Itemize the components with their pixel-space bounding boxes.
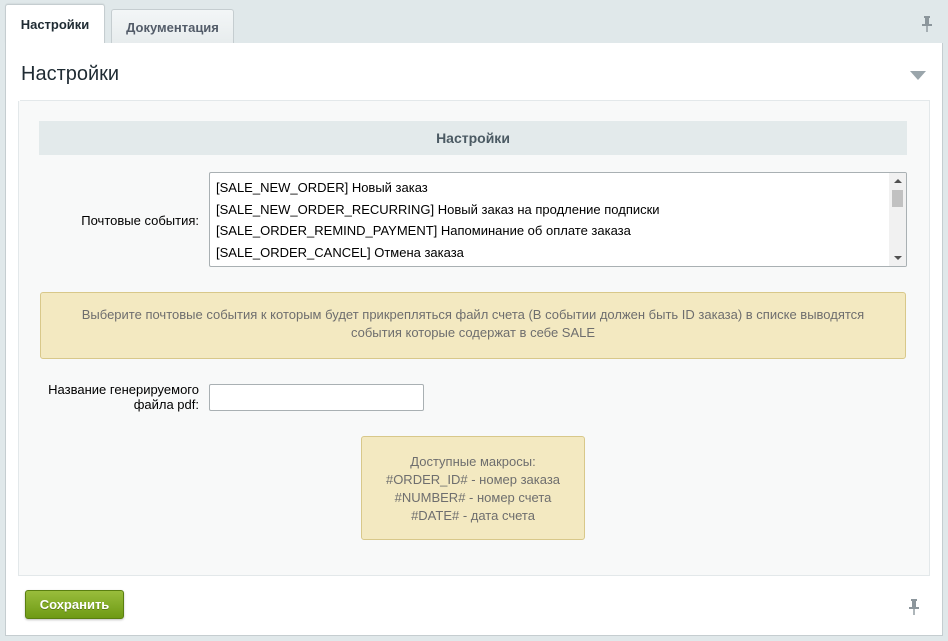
settings-panel: Настройки Настройки Почтовые события: [S… — [5, 43, 943, 636]
mail-events-select[interactable]: [SALE_NEW_ORDER] Новый заказ [SALE_NEW_O… — [209, 172, 907, 267]
mail-event-option[interactable]: [SALE_ORDER_CANCEL] Отмена заказа — [216, 245, 464, 260]
scroll-down-arrow-icon[interactable] — [894, 256, 902, 260]
macros-title: Доступные макросы: — [410, 454, 536, 469]
mail-events-label: Почтовые события: — [81, 213, 199, 228]
section-header: Настройки — [20, 49, 930, 101]
settings-subheading: Настройки — [39, 121, 907, 155]
section-title: Настройки — [21, 63, 120, 85]
pdf-name-input[interactable] — [209, 384, 424, 411]
mail-events-hint: Выберите почтовые события к которым буде… — [40, 292, 906, 359]
pdf-name-label: Название генерируемого файла pdf: — [48, 382, 199, 412]
macro-order-id: #ORDER_ID# - номер заказа — [385, 472, 561, 487]
mail-event-option[interactable]: [SALE_NEW_ORDER] Новый заказ — [216, 180, 428, 195]
collapse-arrow-icon[interactable] — [910, 71, 926, 80]
pin-icon[interactable] — [908, 599, 920, 615]
save-button[interactable]: Сохранить — [25, 590, 124, 619]
mail-event-option[interactable]: [SALE_ORDER_REMIND_PAYMENT] Напоминание … — [216, 223, 631, 238]
scroll-thumb[interactable] — [892, 190, 903, 207]
tab-bar: Настройки Документация — [0, 0, 948, 44]
scroll-up-arrow-icon[interactable] — [894, 179, 902, 183]
tab-documentation[interactable]: Документация — [111, 9, 234, 44]
settings-content: Настройки Почтовые события: [SALE_NEW_OR… — [18, 101, 930, 576]
macro-number: #NUMBER# - номер счета — [394, 490, 552, 505]
macros-info: Доступные макросы: #ORDER_ID# - номер за… — [361, 436, 585, 540]
listbox-scrollbar[interactable] — [889, 173, 906, 266]
mail-event-option[interactable]: [SALE_NEW_ORDER_RECURRING] Новый заказ н… — [216, 202, 660, 217]
tab-settings[interactable]: Настройки — [5, 4, 105, 44]
pin-icon[interactable] — [921, 16, 933, 32]
macro-date: #DATE# - дата счета — [411, 508, 535, 523]
